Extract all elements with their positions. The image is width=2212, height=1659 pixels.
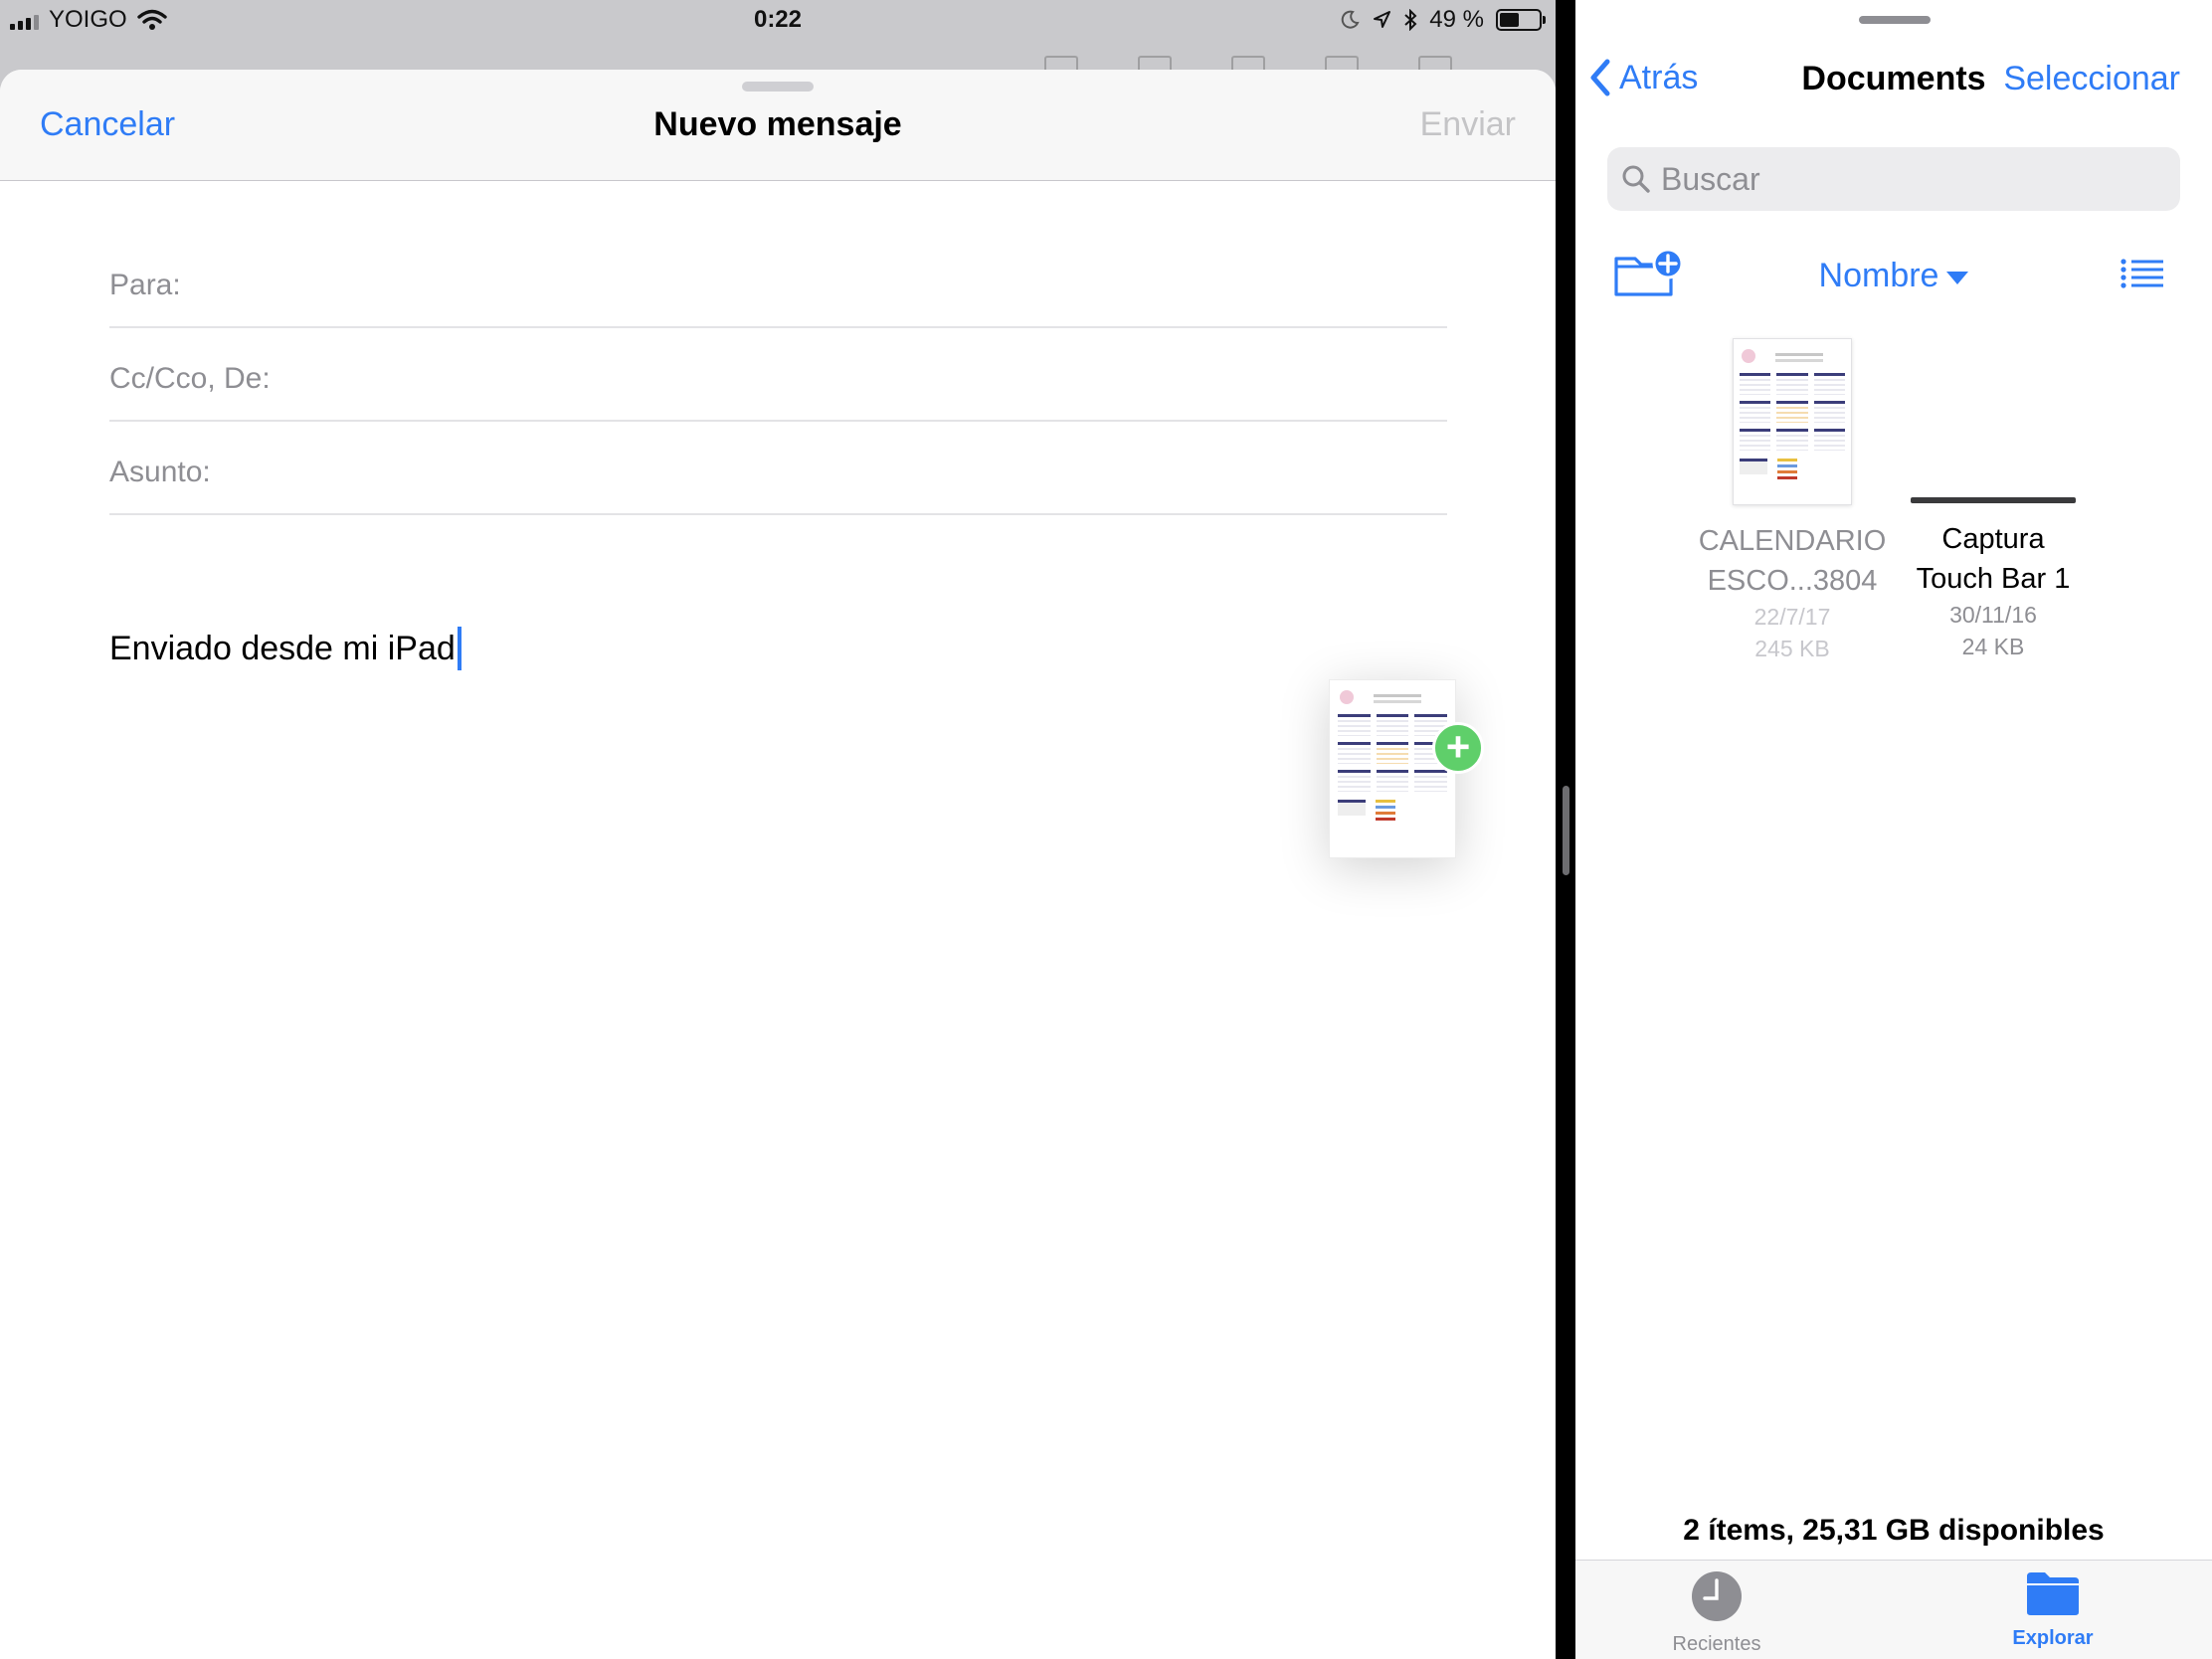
new-folder-icon[interactable] bbox=[1613, 247, 1685, 298]
file-item-calendario[interactable]: CALENDARIO ESCO...3804 22/7/17 245 KB bbox=[1693, 334, 1892, 664]
calendar-legend bbox=[1338, 800, 1447, 824]
compose-navbar: Cancelar Nuevo mensaje Enviar bbox=[0, 70, 1556, 181]
file-size: 245 KB bbox=[1754, 636, 1830, 661]
tab-bar: Recientes Explorar bbox=[1575, 1560, 2212, 1659]
image-thumbnail bbox=[1911, 497, 2076, 503]
compose-sheet: Cancelar Nuevo mensaje Enviar Para: Cc/C… bbox=[0, 70, 1556, 1659]
file-name: Captura Touch Bar 1 bbox=[1916, 523, 2071, 595]
calendar-header bbox=[1338, 690, 1447, 704]
to-label: Para: bbox=[109, 269, 181, 301]
tab-explorar[interactable]: Explorar bbox=[1953, 1570, 2152, 1650]
list-view-icon[interactable] bbox=[2120, 259, 2164, 288]
file-name: CALENDARIO ESCO...3804 bbox=[1698, 525, 1887, 597]
file-size: 24 KB bbox=[1961, 634, 2025, 659]
files-navbar: Documents Atrás Seleccionar bbox=[1575, 58, 2212, 107]
send-button[interactable]: Enviar bbox=[1420, 105, 1516, 144]
files-app: Documents Atrás Seleccionar Buscar Nombr… bbox=[1575, 0, 2212, 1659]
caret-down-icon bbox=[1946, 272, 1969, 284]
subject-field[interactable]: Asunto: bbox=[109, 422, 1447, 515]
calendar-grid bbox=[1338, 714, 1447, 792]
status-right: 49 % bbox=[1340, 6, 1546, 34]
moon-icon bbox=[1342, 10, 1360, 29]
chevron-left-icon bbox=[1590, 59, 1610, 96]
cc-label: Cc/Cco, De: bbox=[109, 362, 271, 395]
text-cursor bbox=[457, 627, 461, 670]
file-item-captura[interactable]: Captura Touch Bar 1 30/11/16 24 KB bbox=[1894, 334, 2093, 662]
tab-recientes[interactable]: Recientes bbox=[1617, 1570, 1816, 1656]
sort-label: Nombre bbox=[1818, 257, 1939, 294]
back-label: Atrás bbox=[1619, 58, 1699, 96]
search-placeholder: Buscar bbox=[1661, 160, 1760, 197]
pdf-thumbnail bbox=[1733, 338, 1852, 505]
search-icon bbox=[1622, 165, 1650, 193]
split-view-handle[interactable] bbox=[1563, 786, 1569, 875]
file-date: 30/11/16 bbox=[1949, 602, 2037, 628]
tab-label: Explorar bbox=[2012, 1627, 2094, 1649]
select-button[interactable]: Seleccionar bbox=[2003, 60, 2180, 98]
storage-summary: 2 ítems, 25,31 GB disponibles bbox=[1683, 1514, 2105, 1547]
sheet-grabber[interactable] bbox=[742, 82, 814, 92]
dragged-document-preview[interactable] bbox=[1329, 679, 1456, 858]
folder-icon bbox=[2027, 1572, 2079, 1615]
search-input[interactable]: Buscar bbox=[1607, 147, 2180, 211]
back-button[interactable]: Atrás bbox=[1589, 58, 1698, 97]
ipad-split-view: YOIGO 0:22 49 % Cancelar Nuevo mensaje E… bbox=[0, 0, 2212, 1659]
battery-icon bbox=[1496, 9, 1546, 31]
tab-label: Recientes bbox=[1672, 1633, 1761, 1655]
mail-app: YOIGO 0:22 49 % Cancelar Nuevo mensaje E… bbox=[0, 0, 1556, 1659]
message-body[interactable]: Enviado desde mi iPad bbox=[109, 627, 461, 670]
signature-text: Enviado desde mi iPad bbox=[109, 629, 456, 667]
add-badge-icon: + bbox=[1432, 722, 1484, 774]
to-field[interactable]: Para: bbox=[109, 181, 1447, 328]
location-icon bbox=[1374, 11, 1391, 28]
file-date: 22/7/17 bbox=[1753, 604, 1831, 630]
compose-title: Nuevo mensaje bbox=[653, 105, 902, 143]
clock-icon bbox=[1692, 1571, 1742, 1621]
battery-percent: 49 % bbox=[1429, 6, 1484, 33]
subject-label: Asunto: bbox=[109, 456, 211, 488]
battery-fill bbox=[1500, 13, 1519, 27]
status-time: 0:22 bbox=[753, 6, 803, 33]
bluetooth-icon bbox=[1404, 9, 1417, 31]
address-fields: Para: Cc/Cco, De: Asunto: bbox=[109, 181, 1447, 515]
status-bar: YOIGO 0:22 49 % bbox=[0, 0, 1556, 40]
slideover-grabber[interactable] bbox=[1859, 16, 1931, 24]
cc-field[interactable]: Cc/Cco, De: bbox=[109, 328, 1447, 422]
files-toolbar: Nombre bbox=[1575, 247, 2212, 306]
